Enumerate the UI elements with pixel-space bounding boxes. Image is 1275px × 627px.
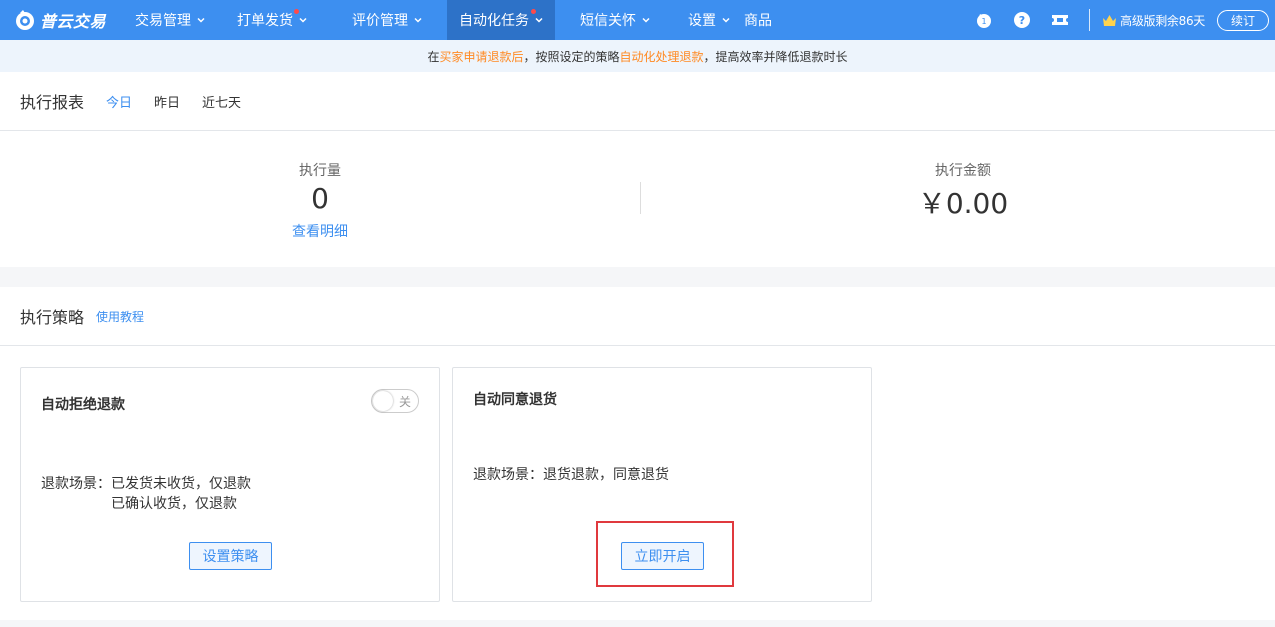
notification-dot <box>294 9 299 14</box>
nav-item-label: 交易管理 <box>135 13 191 29</box>
notice-bar: 在买家申请退款后 ，按照设定的策略 自动化处理退款 ，提高效率并降低退款时长 <box>0 40 1275 72</box>
nav-item-print-ship[interactable]: 打单发货 <box>212 0 328 40</box>
nav-item-label: 打单发货 <box>237 13 293 29</box>
chevron-down-icon <box>414 17 422 23</box>
crown-icon <box>1103 14 1117 26</box>
tab-yesterday[interactable]: 昨日 <box>154 92 180 111</box>
strategy-header: 执行策略 使用教程 <box>0 287 1275 346</box>
nav-item-automation[interactable]: 自动化任务 <box>447 0 555 40</box>
refund-scene-text: 退款场景：已发货未收货，仅退款 <box>41 476 251 492</box>
nav-item-label: 商品 <box>744 13 772 29</box>
nav-item-label: 评价管理 <box>352 13 408 29</box>
annotation-highlight-box <box>596 521 734 587</box>
chevron-down-icon <box>535 17 543 23</box>
tutorial-link[interactable]: 使用教程 <box>96 308 144 325</box>
chevron-down-icon <box>299 17 307 23</box>
report-panel: 执行报表 今日 昨日 近七天 执行量 0 查看明细 执行金额 ￥0.00 <box>0 72 1275 267</box>
brand-logo-icon <box>16 10 34 30</box>
notification-dot <box>531 9 536 14</box>
notification-icon[interactable]: 1 <box>975 11 993 29</box>
header-tools: 1 ? 高级版剩余86天 续订 <box>975 0 1275 40</box>
card-title: 自动同意退货 <box>473 392 557 408</box>
chevron-down-icon <box>642 17 650 23</box>
main-nav: 交易管理 打单发货 评价管理 自动化任务 短信关怀 设置 商品 <box>118 0 804 40</box>
renew-button[interactable]: 续订 <box>1217 9 1269 31</box>
chevron-down-icon <box>722 17 730 23</box>
ticket-icon[interactable] <box>1051 11 1069 29</box>
scene-prefix: 退款场景： <box>473 467 543 483</box>
configure-strategy-button[interactable]: 设置策略 <box>189 542 272 570</box>
nav-item-label: 短信关怀 <box>580 13 636 29</box>
nav-item-review-management[interactable]: 评价管理 <box>328 0 447 40</box>
nav-item-label: 设置 <box>688 13 716 29</box>
nav-item-trade-management[interactable]: 交易管理 <box>118 0 212 40</box>
top-nav-bar: 普云交易 交易管理 打单发货 评价管理 自动化任务 短信关怀 设置 商品 1 ?… <box>0 0 1275 40</box>
scene-line-2: 已确认收货，仅退款 <box>111 496 237 512</box>
refund-scene-text: 退款场景：退货退款，同意退货 <box>473 467 669 483</box>
report-header: 执行报表 今日 昨日 近七天 <box>0 72 1275 131</box>
execution-amount-value: ￥0.00 <box>917 187 1009 220</box>
toggle-label: 关 <box>398 395 411 409</box>
chevron-down-icon <box>197 17 205 23</box>
view-details-link[interactable]: 查看明细 <box>260 221 380 241</box>
notice-highlight-2: 自动化处理退款 <box>619 49 704 64</box>
brand-logo[interactable]: 普云交易 <box>0 0 118 40</box>
brand-name: 普云交易 <box>40 12 107 31</box>
toggle-knob <box>373 391 393 411</box>
execution-amount-label: 执行金额 <box>935 163 991 179</box>
help-icon[interactable]: ? <box>1013 11 1031 29</box>
notice-middle: ，按照设定的策略 <box>523 49 620 64</box>
nav-item-sms-care[interactable]: 短信关怀 <box>555 0 664 40</box>
svg-text:?: ? <box>1019 14 1025 27</box>
nav-item-products[interactable]: 商品 <box>744 0 804 40</box>
auto-reject-toggle[interactable]: 关 <box>371 389 419 413</box>
tab-last-seven-days[interactable]: 近七天 <box>202 92 241 111</box>
notice-suffix: ，提高效率并降低退款时长 <box>703 49 848 64</box>
svg-text:1: 1 <box>982 17 987 26</box>
execution-count-label: 执行量 <box>299 163 341 179</box>
strategy-card-auto-reject-refund: 自动拒绝退款 关 退款场景：已发货未收货，仅退款 已确认收货，仅退款 设置策略 <box>20 367 440 602</box>
notice-highlight-1: 买家申请退款后 <box>439 49 524 64</box>
scene-prefix: 退款场景： <box>41 476 111 492</box>
notice-prefix: 在 <box>427 49 440 64</box>
card-title: 自动拒绝退款 <box>41 397 125 413</box>
header-divider <box>1089 9 1091 31</box>
strategy-title: 执行策略 <box>20 308 85 327</box>
plan-remaining-text: 高级版剩余86天 <box>1120 13 1205 28</box>
scene-line-1: 已发货未收货，仅退款 <box>111 476 251 492</box>
page-bottom-strip <box>0 620 1275 627</box>
execution-count-stat: 执行量 0 查看明细 <box>260 160 380 241</box>
execution-count-value: 0 <box>311 182 329 215</box>
tab-today[interactable]: 今日 <box>106 92 132 111</box>
nav-item-settings[interactable]: 设置 <box>664 0 744 40</box>
stat-divider <box>640 182 641 214</box>
report-title: 执行报表 <box>20 93 85 112</box>
execution-amount-stat: 执行金额 ￥0.00 <box>893 160 1033 222</box>
scene-line-1: 退货退款，同意退货 <box>543 467 669 483</box>
nav-item-label: 自动化任务 <box>459 13 529 29</box>
